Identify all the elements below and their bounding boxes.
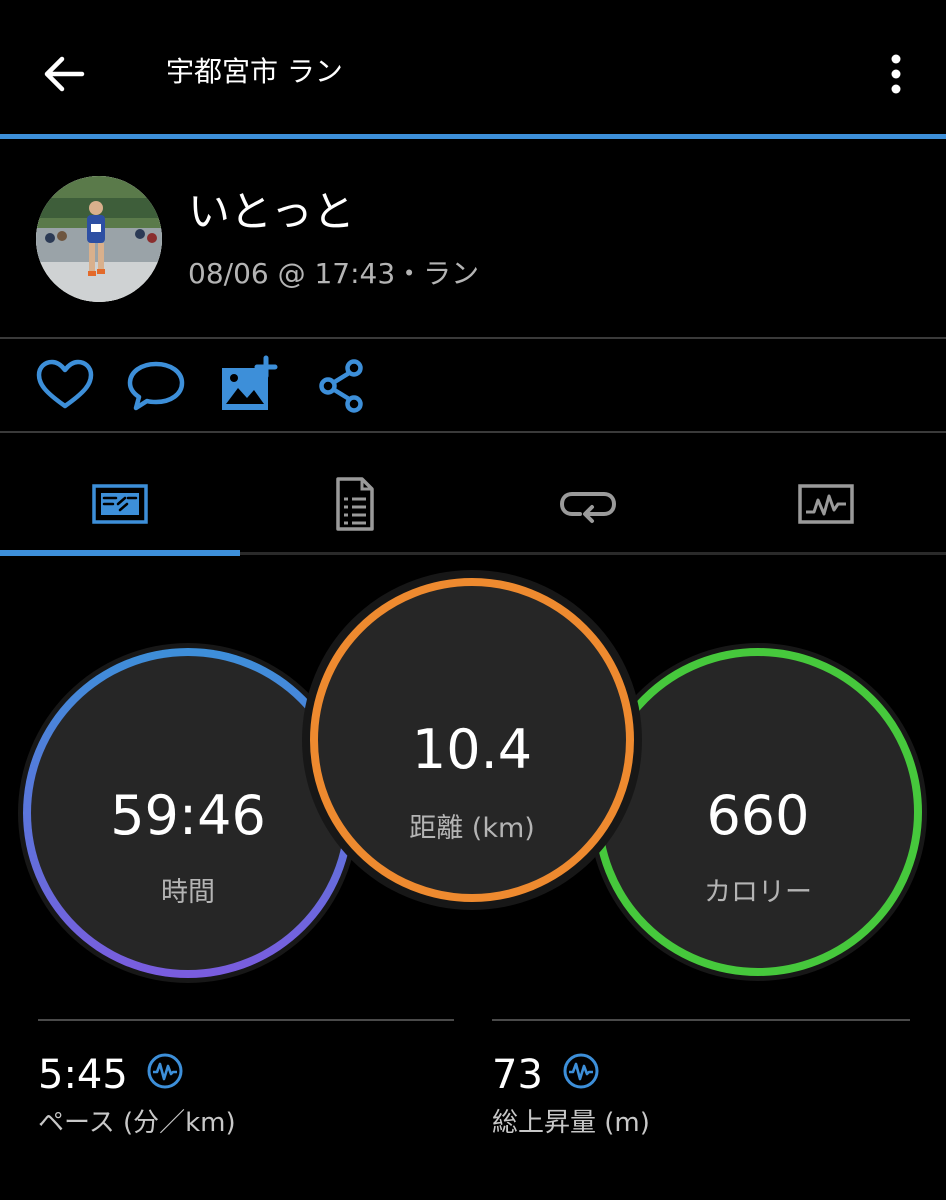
header-accent-line — [0, 134, 946, 139]
loop-icon — [559, 492, 617, 523]
comment-button[interactable] — [124, 354, 188, 418]
avatar[interactable] — [36, 176, 162, 302]
comment-icon — [127, 361, 185, 411]
arrow-left-icon — [44, 56, 85, 92]
divider — [0, 337, 946, 339]
ascent-divider — [492, 1019, 910, 1021]
ascent-value: 73 — [492, 1052, 543, 1098]
more-vertical-icon — [891, 54, 901, 94]
overview-card-icon — [92, 484, 148, 524]
distance-value: 10.4 — [411, 718, 533, 781]
activity-meta: 08/06 @ 17:43・ラン — [188, 257, 480, 290]
activity-wave-icon — [147, 1053, 183, 1089]
time-value: 59:46 — [110, 784, 266, 847]
tab-overview[interactable] — [2, 458, 238, 550]
time-stat-circle[interactable]: 59:46 時間 — [23, 648, 353, 978]
pace-info-button[interactable] — [146, 1052, 184, 1090]
activity-detail-screen: 宇都宮市 ラン いとっと 08/06 @ 17:43・ラン 59:46 時間 6… — [0, 0, 946, 1200]
add-photo-button[interactable] — [218, 354, 282, 418]
share-icon — [319, 359, 363, 413]
calories-label: カロリー — [704, 877, 812, 908]
calories-value: 660 — [706, 784, 810, 847]
pace-value: 5:45 — [38, 1052, 128, 1098]
page-title: 宇都宮市 ラン — [166, 55, 343, 88]
user-name[interactable]: いとっと — [188, 184, 355, 240]
distance-stat-circle[interactable]: 10.4 距離 (km) — [310, 578, 634, 902]
add-photo-icon — [222, 355, 278, 410]
activity-wave-icon — [563, 1053, 599, 1089]
chart-icon — [798, 484, 854, 524]
avatar-photo — [36, 176, 162, 302]
back-button[interactable] — [38, 48, 90, 100]
ascent-label: 総上昇量 (m) — [492, 1108, 650, 1138]
calories-stat-circle[interactable]: 660 カロリー — [594, 648, 922, 976]
pace-divider — [38, 1019, 454, 1021]
heart-icon — [36, 359, 94, 409]
like-button[interactable] — [33, 354, 97, 418]
more-options-button[interactable] — [876, 48, 916, 100]
tab-stats[interactable] — [236, 458, 472, 550]
document-list-icon — [336, 477, 374, 531]
ascent-info-button[interactable] — [562, 1052, 600, 1090]
time-label: 時間 — [161, 877, 215, 908]
pace-label: ペース (分／km) — [38, 1108, 236, 1138]
tab-charts[interactable] — [708, 458, 944, 550]
tab-laps[interactable] — [470, 458, 706, 550]
distance-label: 距離 (km) — [409, 813, 535, 844]
share-button[interactable] — [310, 354, 374, 418]
app-bar: 宇都宮市 ラン — [0, 0, 946, 138]
tab-selected-indicator — [0, 550, 240, 556]
divider — [0, 431, 946, 433]
